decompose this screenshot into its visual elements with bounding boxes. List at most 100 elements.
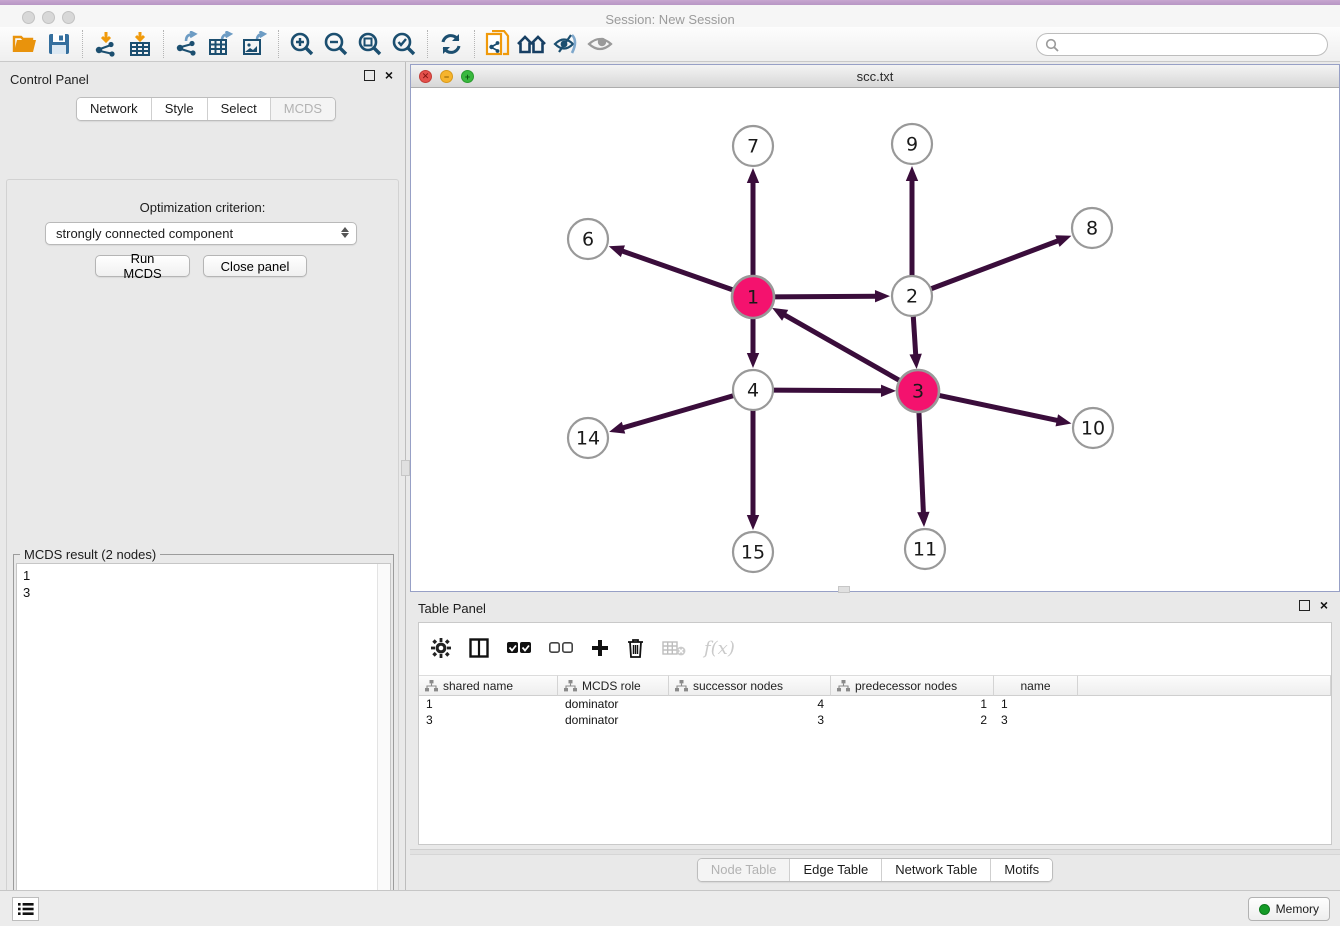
tab-node-table[interactable]: Node Table <box>698 859 791 881</box>
graph-edge[interactable] <box>783 314 903 382</box>
mcds-result-text: 1 3 <box>17 564 390 604</box>
graph-edge[interactable] <box>929 240 1060 290</box>
save-icon[interactable] <box>42 29 76 59</box>
graph-edge[interactable] <box>919 409 924 515</box>
edge-arrowhead <box>906 166 918 181</box>
edge-arrowhead <box>609 245 625 257</box>
graph-edge[interactable] <box>621 395 736 428</box>
node-label: 9 <box>906 134 918 156</box>
mcds-result-group: MCDS result (2 nodes) 1 3 <box>13 554 394 926</box>
tab-mcds[interactable]: MCDS <box>271 98 335 120</box>
search-box[interactable] <box>1036 33 1328 56</box>
titlebar: Session: New Session <box>0 5 1340 27</box>
edge-arrowhead <box>1056 414 1072 426</box>
network-graph[interactable]: 7968124314101511 <box>411 88 1339 591</box>
add-column-icon[interactable] <box>591 639 609 657</box>
zoom-in-icon[interactable] <box>285 29 319 59</box>
delete-column-icon[interactable] <box>627 638 644 658</box>
tab-style[interactable]: Style <box>152 98 208 120</box>
table-cell: 1 <box>831 696 994 712</box>
export-image-icon[interactable] <box>238 29 272 59</box>
tab-select[interactable]: Select <box>208 98 271 120</box>
table-cell: 2 <box>831 712 994 728</box>
table-cell-filler <box>1078 712 1331 728</box>
close-panel-icon[interactable]: × <box>385 70 393 81</box>
table-cell: 3 <box>994 712 1078 728</box>
unselect-all-columns-icon[interactable] <box>549 642 573 654</box>
zoom-out-icon[interactable] <box>319 29 353 59</box>
zoom-selected-icon[interactable] <box>387 29 421 59</box>
table-row[interactable]: 1dominator411 <box>419 696 1331 712</box>
table-row[interactable]: 3dominator323 <box>419 712 1331 728</box>
float-panel-icon[interactable] <box>364 70 375 81</box>
search-input[interactable] <box>1063 38 1327 52</box>
graph-edge[interactable] <box>936 395 1060 421</box>
select-all-columns-icon[interactable] <box>507 642 531 654</box>
tab-motifs[interactable]: Motifs <box>991 859 1052 881</box>
criterion-select[interactable]: strongly connected component <box>45 222 357 245</box>
table-header: shared nameMCDS rolesuccessor nodesprede… <box>419 675 1331 696</box>
graph-edge[interactable] <box>771 296 878 297</box>
table-cell: 1 <box>419 696 558 712</box>
clone-network-icon[interactable] <box>481 29 515 59</box>
status-bar: Memory <box>0 890 1340 926</box>
show-eye-icon[interactable] <box>583 29 617 59</box>
edge-arrowhead <box>747 515 759 530</box>
run-mcds-button[interactable]: Run MCDS <box>95 255 190 277</box>
column-header-shared-name[interactable]: shared name <box>419 675 558 696</box>
node-label: 3 <box>912 381 924 403</box>
gear-icon[interactable] <box>431 638 451 658</box>
node-table-container: f(x) shared nameMCDS rolesuccessor nodes… <box>418 622 1332 845</box>
toolbar-separator <box>278 30 279 58</box>
edge-arrowhead <box>917 512 929 527</box>
memory-button[interactable]: Memory <box>1248 897 1330 921</box>
table-cell-filler <box>1078 696 1331 712</box>
graph-edge[interactable] <box>620 250 736 291</box>
split-panel-icon[interactable] <box>469 638 489 658</box>
zoom-fit-icon[interactable] <box>353 29 387 59</box>
table-tabs: Node Table Edge Table Network Table Moti… <box>697 858 1053 882</box>
table-cell: 3 <box>669 712 831 728</box>
horizontal-splitter-grip[interactable] <box>838 586 850 593</box>
list-icon <box>18 902 34 916</box>
window-title: Session: New Session <box>0 12 1340 27</box>
tab-edge-table[interactable]: Edge Table <box>790 859 882 881</box>
export-network-icon[interactable] <box>170 29 204 59</box>
mcds-result-area[interactable]: 1 3 <box>16 563 391 926</box>
table-panel-divider <box>410 849 1340 855</box>
tab-network[interactable]: Network <box>77 98 152 120</box>
mcds-result-title: MCDS result (2 nodes) <box>20 547 160 562</box>
splitter-grip[interactable] <box>401 460 410 476</box>
import-table-icon[interactable] <box>123 29 157 59</box>
close-panel-button[interactable]: Close panel <box>203 255 307 277</box>
result-scrollbar[interactable] <box>377 564 390 926</box>
tab-network-table[interactable]: Network Table <box>882 859 991 881</box>
table-toolbar: f(x) <box>419 623 1331 673</box>
close-table-panel-icon[interactable]: × <box>1320 600 1328 611</box>
edge-arrowhead <box>747 353 759 368</box>
task-history-button[interactable] <box>12 897 39 921</box>
node-label: 10 <box>1081 418 1105 440</box>
graph-edge[interactable] <box>771 390 884 391</box>
column-header-successor-nodes[interactable]: successor nodes <box>669 675 831 696</box>
network-title: scc.txt <box>411 69 1339 84</box>
table-cell: dominator <box>558 696 669 712</box>
column-header-predecessor-nodes[interactable]: predecessor nodes <box>831 675 994 696</box>
table-panel: Table Panel × <box>410 596 1340 890</box>
node-label: 4 <box>747 380 759 402</box>
open-folder-icon[interactable] <box>8 29 42 59</box>
home-icon[interactable] <box>515 29 549 59</box>
float-table-panel-icon[interactable] <box>1299 600 1310 611</box>
edge-arrowhead <box>909 354 921 369</box>
criterion-value: strongly connected component <box>56 226 233 241</box>
column-header-name[interactable]: name <box>994 675 1078 696</box>
network-frame: ✕ − + scc.txt 7968124314101511 <box>410 64 1340 592</box>
hide-eye-icon[interactable] <box>549 29 583 59</box>
refresh-layout-icon[interactable] <box>434 29 468 59</box>
column-header-MCDS-role[interactable]: MCDS role <box>558 675 669 696</box>
graph-edge[interactable] <box>913 314 916 357</box>
import-network-icon[interactable] <box>89 29 123 59</box>
network-frame-titlebar[interactable]: ✕ − + scc.txt <box>411 65 1339 88</box>
main-toolbar <box>0 27 1340 62</box>
export-table-icon[interactable] <box>204 29 238 59</box>
